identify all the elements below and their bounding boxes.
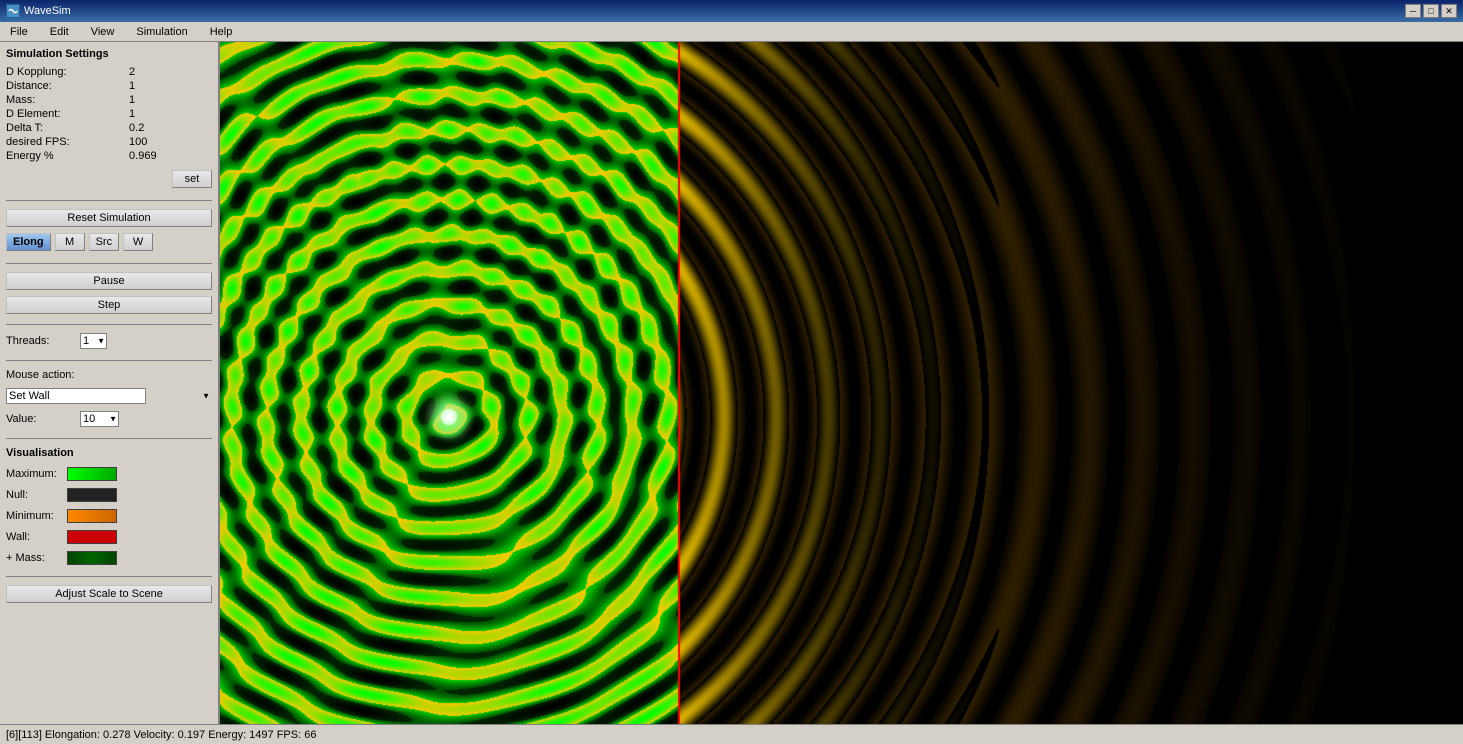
menu-item-simulation[interactable]: Simulation bbox=[130, 24, 193, 40]
reset-simulation-button[interactable]: Reset Simulation bbox=[6, 209, 212, 227]
mouse-action-label: Mouse action: bbox=[6, 369, 74, 381]
mouse-action-select[interactable]: Set Wall Set Source Set Mass bbox=[6, 388, 146, 404]
pause-button[interactable]: Pause bbox=[6, 272, 212, 290]
m-button[interactable]: M bbox=[55, 233, 85, 251]
label-distance: Distance: bbox=[6, 80, 125, 92]
mouse-action-select-wrapper: Set Wall Set Source Set Mass bbox=[6, 388, 212, 404]
value-distance: 1 bbox=[129, 80, 212, 92]
maximize-button[interactable]: □ bbox=[1423, 4, 1439, 18]
value-select-wrapper: 10 20 50 100 bbox=[80, 411, 119, 427]
color-row-wall: Wall: bbox=[6, 530, 212, 544]
status-text: [6][113] Elongation: 0.278 Velocity: 0.1… bbox=[6, 729, 316, 741]
status-bar: [6][113] Elongation: 0.278 Velocity: 0.1… bbox=[0, 724, 1463, 744]
threads-label: Threads: bbox=[6, 335, 76, 347]
separator-5 bbox=[6, 438, 212, 439]
color-row-maximum: Maximum: bbox=[6, 467, 212, 481]
separator-6 bbox=[6, 576, 212, 577]
label-delement: D Element: bbox=[6, 108, 125, 120]
menu-item-help[interactable]: Help bbox=[204, 24, 239, 40]
mouse-action-label-row: Mouse action: bbox=[6, 369, 212, 381]
separator-2 bbox=[6, 263, 212, 264]
menu-item-view[interactable]: View bbox=[85, 24, 121, 40]
color-swatch-null[interactable] bbox=[67, 488, 117, 502]
value-dkopplung: 2 bbox=[129, 66, 212, 78]
mouse-action-row: Set Wall Set Source Set Mass bbox=[6, 388, 212, 404]
window-title: WaveSim bbox=[24, 5, 71, 17]
value-deltat: 0.2 bbox=[129, 122, 212, 134]
color-label-mass: + Mass: bbox=[6, 552, 61, 564]
color-swatch-minimum[interactable] bbox=[67, 509, 117, 523]
color-row-mass: + Mass: bbox=[6, 551, 212, 565]
left-panel: Simulation Settings D Kopplung: 2 Distan… bbox=[0, 42, 220, 724]
canvas-area[interactable] bbox=[220, 42, 1463, 724]
value-mass: 1 bbox=[129, 94, 212, 106]
section-title-settings: Simulation Settings bbox=[6, 48, 212, 60]
color-label-maximum: Maximum: bbox=[6, 468, 61, 480]
threads-row: Threads: 1 2 4 8 bbox=[6, 333, 212, 349]
menu-item-file[interactable]: File bbox=[4, 24, 34, 40]
label-fps: desired FPS: bbox=[6, 136, 125, 148]
window-controls: ─ □ ✕ bbox=[1405, 4, 1457, 18]
color-label-minimum: Minimum: bbox=[6, 510, 61, 522]
close-button[interactable]: ✕ bbox=[1441, 4, 1457, 18]
adjust-scale-button[interactable]: Adjust Scale to Scene bbox=[6, 585, 212, 603]
color-row-null: Null: bbox=[6, 488, 212, 502]
separator-3 bbox=[6, 324, 212, 325]
color-label-wall: Wall: bbox=[6, 531, 61, 543]
mode-buttons: Elong M Src W bbox=[6, 233, 212, 251]
minimize-button[interactable]: ─ bbox=[1405, 4, 1421, 18]
value-fps: 100 bbox=[129, 136, 212, 148]
menu-item-edit[interactable]: Edit bbox=[44, 24, 75, 40]
value-delement: 1 bbox=[129, 108, 212, 120]
value-energy: 0.969 bbox=[129, 150, 212, 162]
elong-button[interactable]: Elong bbox=[6, 233, 51, 251]
set-button[interactable]: set bbox=[172, 170, 212, 188]
separator-4 bbox=[6, 360, 212, 361]
src-button[interactable]: Src bbox=[89, 233, 120, 251]
visualisation-title: Visualisation bbox=[6, 447, 212, 459]
label-energy: Energy % bbox=[6, 150, 125, 162]
color-label-null: Null: bbox=[6, 489, 61, 501]
label-dkopplung: D Kopplung: bbox=[6, 66, 125, 78]
step-button[interactable]: Step bbox=[6, 296, 212, 314]
color-swatch-mass[interactable] bbox=[67, 551, 117, 565]
settings-grid: D Kopplung: 2 Distance: 1 Mass: 1 D Elem… bbox=[6, 66, 212, 162]
w-button[interactable]: W bbox=[123, 233, 153, 251]
value-row: Value: 10 20 50 100 bbox=[6, 411, 212, 427]
color-row-minimum: Minimum: bbox=[6, 509, 212, 523]
app-icon bbox=[6, 4, 20, 18]
color-swatch-maximum[interactable] bbox=[67, 467, 117, 481]
label-deltat: Delta T: bbox=[6, 122, 125, 134]
value-select[interactable]: 10 20 50 100 bbox=[80, 411, 119, 427]
title-bar: WaveSim ─ □ ✕ bbox=[0, 0, 1463, 22]
threads-select-wrapper: 1 2 4 8 bbox=[80, 333, 107, 349]
separator-1 bbox=[6, 200, 212, 201]
label-mass: Mass: bbox=[6, 94, 125, 106]
wave-canvas[interactable] bbox=[220, 42, 1463, 724]
menu-bar: File Edit View Simulation Help bbox=[0, 22, 1463, 42]
threads-select[interactable]: 1 2 4 8 bbox=[80, 333, 107, 349]
value-label: Value: bbox=[6, 413, 76, 425]
color-swatch-wall[interactable] bbox=[67, 530, 117, 544]
